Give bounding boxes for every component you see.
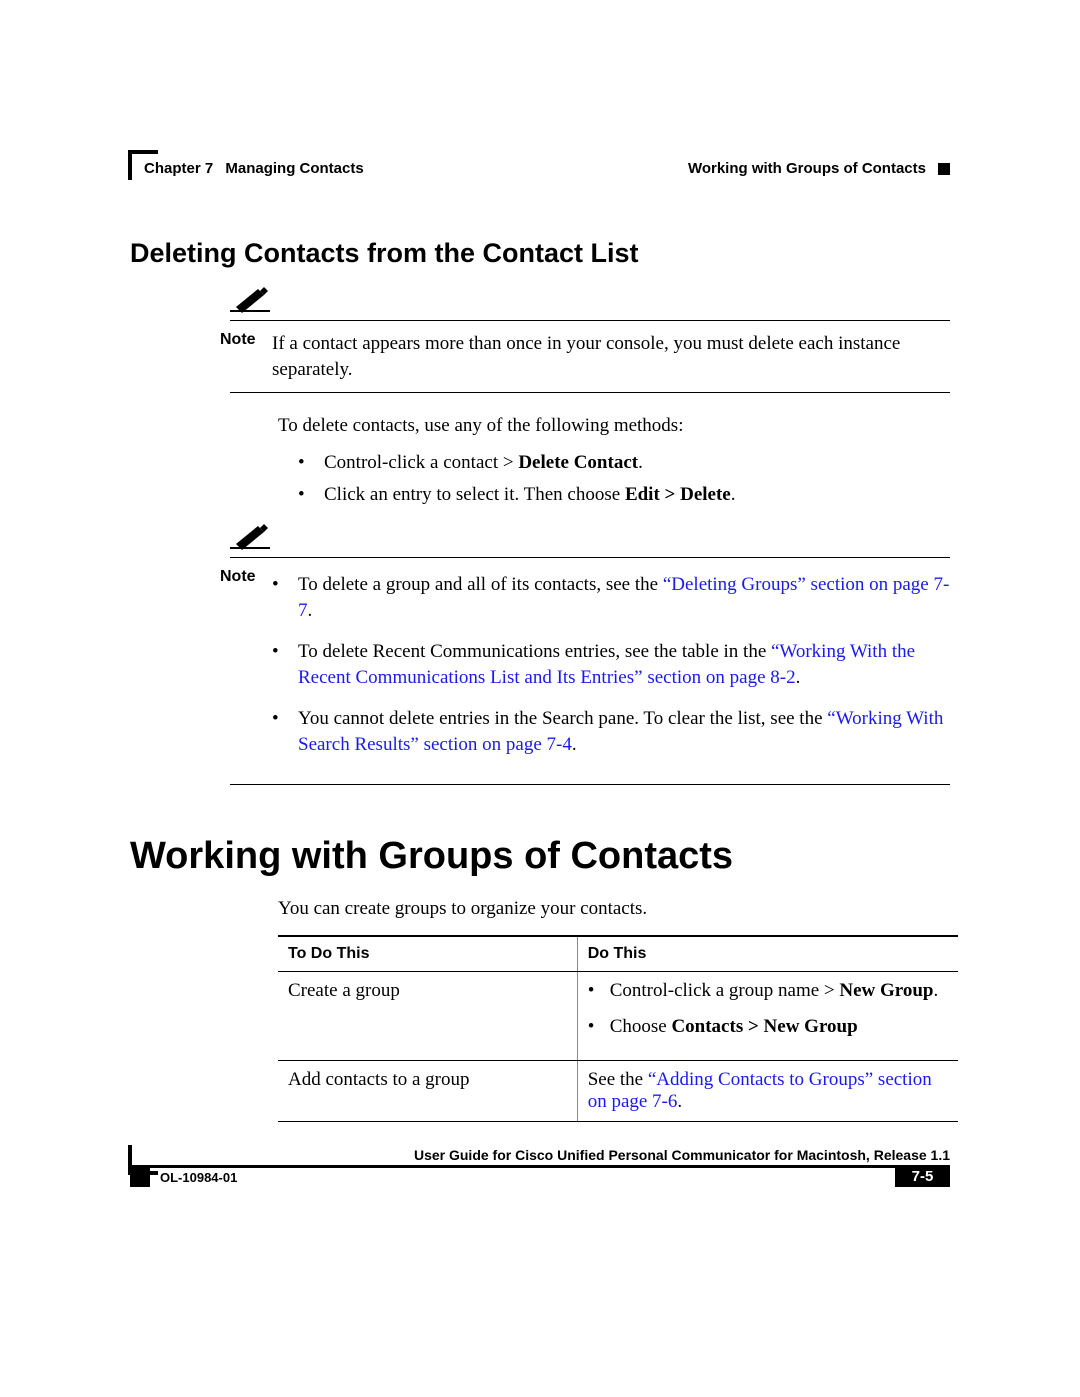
heading-deleting-contacts: Deleting Contacts from the Contact List [130, 238, 950, 269]
note-text: If a contact appears more than once in y… [272, 329, 950, 382]
table-header-dothis: Do This [577, 936, 958, 972]
pencil-note-icon [230, 287, 270, 315]
cell-create-group: Create a group [278, 972, 577, 1061]
list-item: Control-click a contact > Delete Contact… [298, 449, 950, 478]
page-header: Chapter 7 Managing Contacts Working with… [144, 160, 950, 178]
groups-table: To Do This Do This Create a group Contro… [278, 935, 958, 1122]
list-item: You cannot delete entries in the Search … [272, 706, 950, 757]
list-item: To delete a group and all of its contact… [272, 572, 950, 623]
pencil-note-icon [230, 524, 270, 552]
header-square-icon [938, 163, 950, 175]
note-label: Note [220, 329, 272, 349]
groups-intro: You can create groups to organize your c… [278, 896, 950, 922]
chapter-label: Chapter 7 [144, 160, 213, 177]
list-item: Click an entry to select it. Then choose… [298, 481, 950, 510]
footer-page-number: 7-5 [895, 1165, 950, 1187]
cell-create-group-steps: Control-click a group name > New Group. … [577, 972, 958, 1061]
footer-bar-left-icon [130, 1165, 150, 1187]
header-section: Working with Groups of Contacts [688, 160, 926, 177]
cell-add-contacts: Add contacts to a group [278, 1061, 577, 1122]
table-row: Add contacts to a group See the “Adding … [278, 1061, 958, 1122]
page-footer: User Guide for Cisco Unified Personal Co… [130, 1147, 950, 1187]
footer-doc-id: OL-10984-01 [160, 1170, 237, 1185]
table-header-todo: To Do This [278, 936, 577, 972]
header-left: Chapter 7 Managing Contacts [144, 160, 364, 177]
cell-add-contacts-steps: See the “Adding Contacts to Groups” sect… [577, 1061, 958, 1122]
chapter-title: Managing Contacts [225, 160, 363, 177]
table-row: Create a group Control-click a group nam… [278, 972, 958, 1061]
heading-working-with-groups: Working with Groups of Contacts [130, 835, 950, 878]
delete-intro: To delete contacts, use any of the follo… [278, 413, 950, 439]
list-item: Choose Contacts > New Group [588, 1016, 948, 1038]
footer-book-title: User Guide for Cisco Unified Personal Co… [130, 1147, 950, 1163]
list-item: To delete Recent Communications entries,… [272, 639, 950, 690]
delete-methods-list: Control-click a contact > Delete Contact… [298, 449, 950, 510]
note-label: Note [220, 566, 272, 586]
note-block-2: Note To delete a group and all of its co… [220, 566, 950, 774]
note-block-1: Note If a contact appears more than once… [220, 329, 950, 382]
list-item: Control-click a group name > New Group. [588, 980, 948, 1002]
